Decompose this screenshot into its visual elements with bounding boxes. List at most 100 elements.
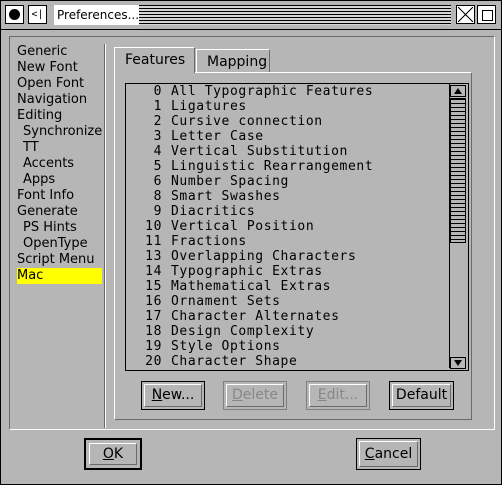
feature-name: Vertical Position: [171, 219, 315, 234]
feature-name: Overlapping Characters: [171, 249, 357, 264]
feature-number: 6: [153, 174, 162, 189]
feature-number: 1: [153, 99, 162, 114]
edit-button-mnemonic: E: [317, 387, 327, 403]
scroll-track[interactable]: [450, 98, 466, 356]
title-bar-stripes: [139, 5, 451, 25]
list-item[interactable]: 2 Cursive connection: [126, 114, 449, 129]
new-button[interactable]: New...: [141, 381, 205, 410]
sidebar-item-new-font[interactable]: New Font: [17, 60, 102, 76]
window-title: Preferences...: [54, 5, 143, 25]
sidebar-divider: [104, 44, 106, 428]
feature-listbox[interactable]: 0 All Typographic Features 1 Ligatures 2 Curs…: [125, 83, 469, 371]
feature-name: Typographic Extras: [171, 264, 323, 279]
list-item[interactable]: 5 Linguistic Rearrangement: [126, 159, 449, 174]
cancel-button-mnemonic: C: [364, 446, 375, 462]
delete-button-label: elete: [242, 387, 278, 403]
feature-number: 18: [145, 324, 162, 339]
sidebar-item-opentype[interactable]: OpenType: [17, 236, 102, 252]
list-item[interactable]: 16 Ornament Sets: [126, 294, 449, 309]
edit-button[interactable]: Edit...: [306, 381, 370, 410]
sidebar-item-synchronize[interactable]: Synchronize: [17, 124, 102, 140]
feature-number: 8: [153, 189, 162, 204]
feature-number: 20: [145, 354, 162, 368]
list-item[interactable]: 10 Vertical Position: [126, 219, 449, 234]
sidebar-item-open-font[interactable]: Open Font: [17, 76, 102, 92]
minimize-icon[interactable]: [477, 5, 496, 24]
default-button[interactable]: Default: [389, 381, 454, 410]
cancel-button-label: ancel: [374, 446, 413, 462]
feature-name: Style Options: [171, 339, 281, 354]
feature-number: 0: [153, 84, 162, 99]
feature-number: 9: [153, 204, 162, 219]
feature-name: Number Spacing: [171, 174, 289, 189]
cancel-button[interactable]: Cancel: [356, 438, 421, 470]
list-item[interactable]: 4 Vertical Substitution: [126, 144, 449, 159]
list-item[interactable]: 15 Mathematical Extras: [126, 279, 449, 294]
list-item[interactable]: 19 Style Options: [126, 339, 449, 354]
list-item[interactable]: 17 Character Alternates: [126, 309, 449, 324]
list-item[interactable]: 18 Design Complexity: [126, 324, 449, 339]
feature-name: Linguistic Rearrangement: [171, 159, 374, 174]
list-item[interactable]: 14 Typographic Extras: [126, 264, 449, 279]
sidebar-item-font-info[interactable]: Font Info: [17, 188, 102, 204]
scroll-up-arrow-icon[interactable]: [450, 85, 466, 97]
feature-name: Diacritics: [171, 204, 256, 219]
feature-number: 4: [153, 144, 162, 159]
list-item[interactable]: 3 Letter Case: [126, 129, 449, 144]
list-item[interactable]: 0 All Typographic Features: [126, 84, 449, 99]
feature-number: 3: [153, 129, 162, 144]
delete-button[interactable]: Delete: [223, 381, 287, 410]
window-menu-icon[interactable]: <|: [28, 5, 47, 24]
feature-number: 2: [153, 114, 162, 129]
sidebar-item-navigation[interactable]: Navigation: [17, 92, 102, 108]
feature-number: 17: [145, 309, 162, 324]
feature-name: Smart Swashes: [171, 189, 281, 204]
sidebar-item-editing[interactable]: Editing: [17, 108, 102, 124]
list-item[interactable]: 20 Character Shape: [126, 354, 449, 368]
feature-name: Fractions: [171, 234, 247, 249]
edit-button-label: dit...: [326, 387, 359, 403]
new-button-mnemonic: N: [151, 387, 163, 403]
feature-list[interactable]: 0 All Typographic Features 1 Ligatures 2 Curs…: [126, 84, 450, 368]
feature-name: Ligatures: [171, 99, 247, 114]
scroll-thumb[interactable]: [450, 98, 466, 243]
list-item[interactable]: 8 Smart Swashes: [126, 189, 449, 204]
tab-features[interactable]: Features: [114, 47, 195, 73]
list-item[interactable]: 6 Number Spacing: [126, 174, 449, 189]
ok-button[interactable]: OK: [84, 438, 142, 470]
feature-name: Vertical Substitution: [171, 144, 348, 159]
sidebar-item-generate[interactable]: Generate: [17, 204, 102, 220]
list-item[interactable]: 13 Overlapping Characters: [126, 249, 449, 264]
sidebar-item-mac[interactable]: Mac: [17, 268, 102, 284]
sidebar-item-generic[interactable]: Generic: [17, 44, 102, 60]
scroll-down-arrow-icon[interactable]: [450, 357, 466, 369]
list-item[interactable]: 11 Fractions: [126, 234, 449, 249]
feature-number: 11: [145, 234, 162, 249]
feature-name: All Typographic Features: [171, 84, 374, 99]
feature-number: 15: [145, 279, 162, 294]
sidebar-item-ps-hints[interactable]: PS Hints: [17, 220, 102, 236]
feature-number: 13: [145, 249, 162, 264]
delete-button-mnemonic: D: [232, 387, 243, 403]
feature-name: Ornament Sets: [171, 294, 281, 309]
sidebar-item-script-menu[interactable]: Script Menu: [17, 252, 102, 268]
sidebar-item-apps[interactable]: Apps: [17, 172, 102, 188]
sidebar-item-tt[interactable]: TT: [17, 140, 102, 156]
feature-name: Design Complexity: [171, 324, 315, 339]
sidebar-item-accents[interactable]: Accents: [17, 156, 102, 172]
list-scrollbar[interactable]: [449, 84, 468, 370]
feature-name: Character Shape: [171, 354, 298, 368]
list-item[interactable]: 1 Ligatures: [126, 99, 449, 114]
feature-number: 10: [145, 219, 162, 234]
feature-number: 14: [145, 264, 162, 279]
new-button-label: ew...: [162, 387, 195, 403]
maximize-icon[interactable]: [456, 5, 475, 24]
preferences-sidebar: Generic New Font Open Font Navigation Editin…: [17, 44, 102, 284]
close-icon[interactable]: [5, 5, 24, 24]
feature-name: Character Alternates: [171, 309, 340, 324]
feature-number: 16: [145, 294, 162, 309]
title-bar[interactable]: <| Preferences...: [1, 1, 501, 30]
tab-mapping[interactable]: Mapping: [196, 49, 270, 73]
ok-button-mnemonic: O: [102, 446, 114, 462]
list-item[interactable]: 9 Diacritics: [126, 204, 449, 219]
